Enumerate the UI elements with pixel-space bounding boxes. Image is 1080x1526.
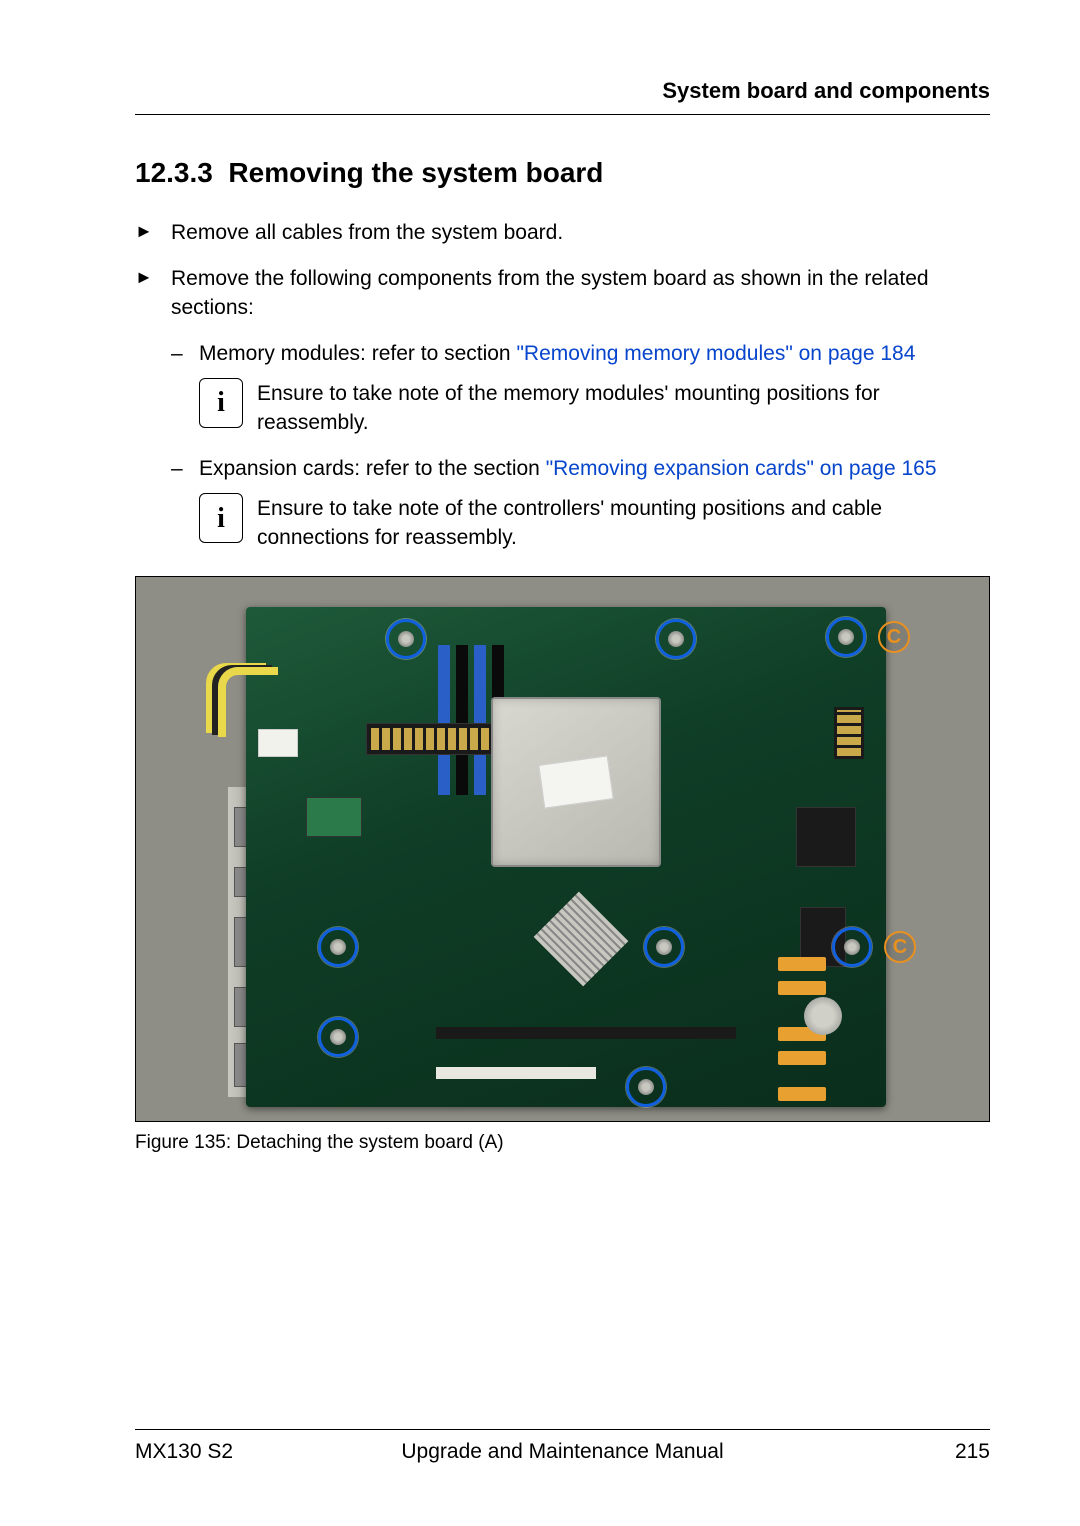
screw-marker xyxy=(826,617,866,657)
dash-marker-icon: – xyxy=(171,455,199,483)
page-content: System board and components 12.3.3 Remov… xyxy=(0,0,1080,1526)
header-title: System board and components xyxy=(662,78,990,103)
system-board-photo: C C xyxy=(135,576,990,1122)
screw-marker xyxy=(318,927,358,967)
footer-page-number: 215 xyxy=(955,1440,990,1464)
step-item: ► Remove all cables from the system boar… xyxy=(135,219,990,247)
screw-marker xyxy=(656,619,696,659)
screw-marker xyxy=(318,1017,358,1057)
screw-marker xyxy=(644,927,684,967)
info-note: i Ensure to take note of the memory modu… xyxy=(199,378,990,437)
page-header: System board and components xyxy=(135,78,990,115)
callout-label: C xyxy=(878,621,910,653)
page-footer: MX130 S2 Upgrade and Maintenance Manual … xyxy=(135,1429,990,1464)
info-icon: i xyxy=(199,378,243,428)
sub-item-prefix: Memory modules: refer to section xyxy=(199,342,516,365)
step-item: ► Remove the following components from t… xyxy=(135,265,990,322)
sub-item: – Memory modules: refer to section "Remo… xyxy=(171,340,990,368)
footer-product: MX130 S2 xyxy=(135,1440,233,1464)
info-icon: i xyxy=(199,493,243,543)
sub-item: – Expansion cards: refer to the section … xyxy=(171,455,990,483)
cross-reference-link[interactable]: "Removing memory modules" on page 184 xyxy=(516,342,915,365)
cross-reference-link[interactable]: "Removing expansion cards" on page 165 xyxy=(546,457,937,480)
info-text: Ensure to take note of the memory module… xyxy=(257,378,990,437)
step-marker-icon: ► xyxy=(135,265,171,289)
screw-marker xyxy=(832,927,872,967)
step-text: Remove the following components from the… xyxy=(171,265,990,322)
screw-marker xyxy=(626,1067,666,1107)
callout-label: C xyxy=(884,931,916,963)
sub-item-body: Expansion cards: refer to the section "R… xyxy=(199,455,990,483)
info-note: i Ensure to take note of the controllers… xyxy=(199,493,990,552)
section-title: Removing the system board xyxy=(228,157,603,188)
screw-marker xyxy=(386,619,426,659)
figure-caption: Figure 135: Detaching the system board (… xyxy=(135,1132,990,1154)
info-text: Ensure to take note of the controllers' … xyxy=(257,493,990,552)
step-text: Remove all cables from the system board. xyxy=(171,219,990,247)
figure: C C Figure 135: Detaching the system boa… xyxy=(135,576,990,1154)
section-heading: 12.3.3 Removing the system board xyxy=(135,157,990,189)
section-number: 12.3.3 xyxy=(135,157,213,188)
footer-doc-title: Upgrade and Maintenance Manual xyxy=(401,1440,723,1464)
sub-item-body: Memory modules: refer to section "Removi… xyxy=(199,340,990,368)
step-marker-icon: ► xyxy=(135,219,171,243)
dash-marker-icon: – xyxy=(171,340,199,368)
sub-item-prefix: Expansion cards: refer to the section xyxy=(199,457,546,480)
